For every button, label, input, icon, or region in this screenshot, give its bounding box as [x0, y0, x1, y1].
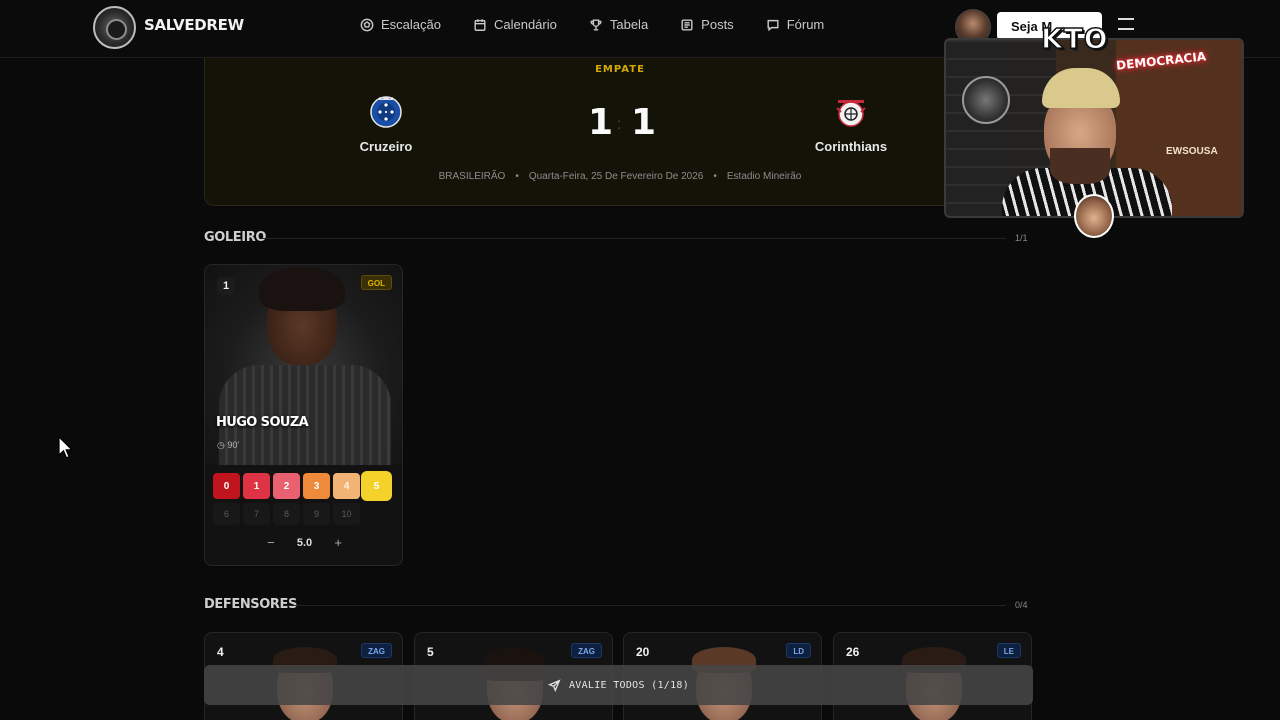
section-title-goleiro: GOLEIRO [204, 230, 266, 245]
match-result-label: EMPATE [595, 64, 645, 75]
player-hair [259, 267, 345, 311]
rating-button-7[interactable]: 7 [243, 503, 270, 525]
player-number: 4 [217, 645, 224, 659]
trophy-icon [589, 18, 603, 32]
webcam-back-text: EWSOUSA [1166, 146, 1218, 157]
corinthians-crest-icon [836, 100, 866, 127]
nav-forum-label: Fórum [786, 17, 825, 32]
webcam-logo-badge [962, 76, 1010, 124]
rating-button-6[interactable]: 6 [213, 503, 240, 525]
rating-row-high: 6 7 8 9 10 [213, 503, 360, 525]
rating-button-3[interactable]: 3 [303, 473, 330, 499]
rating-button-9[interactable]: 9 [303, 503, 330, 525]
section-title-defensores: DEFENSORES [204, 597, 297, 612]
player-card-goalkeeper: 1 GOL HUGO SOUZA ◷ 90' 012345 6 7 8 9 10 − 5… [204, 264, 403, 566]
nav-tabela[interactable]: Tabela [589, 17, 648, 32]
rate-all-button[interactable]: AVALIE TODOS (1/18) [204, 665, 1033, 705]
cruzeiro-crest-icon [370, 96, 402, 128]
section-count-goleiro: 1/1 [1015, 233, 1028, 243]
decrease-score-button[interactable]: − [263, 535, 279, 551]
player-position-badge: LD [786, 643, 811, 658]
player-number: 20 [636, 645, 650, 659]
nav-posts[interactable]: Posts [680, 17, 734, 32]
score-separator: : [617, 116, 622, 133]
stadium-name: Estadio Mineirão [726, 171, 802, 182]
newspaper-icon [680, 18, 694, 32]
send-icon [547, 678, 561, 692]
rating-button-1[interactable]: 1 [243, 473, 270, 499]
player-position-badge: LE [996, 643, 1021, 658]
nav-tabela-label: Tabela [609, 17, 649, 32]
mouse-cursor-icon [58, 436, 74, 459]
player-position-badge: GOL [360, 275, 392, 290]
meta-separator: • [713, 171, 717, 182]
match-date: Quarta-Feira, 25 De Fevereiro De 2026 [528, 171, 704, 182]
player-photo [205, 265, 402, 465]
rating-button-4[interactable]: 4 [333, 473, 360, 499]
sponsor-logo: KTO [1040, 21, 1109, 56]
score-value: 5.0 [296, 537, 313, 549]
nav-calendario[interactable]: Calendário [473, 17, 557, 32]
rating-row-low: 012345 [213, 473, 390, 499]
rating-button-8[interactable]: 8 [273, 503, 300, 525]
player-name: HUGO SOUZA [216, 415, 309, 430]
nav-escalacao-label: Escalação [381, 17, 441, 32]
competition-name: BRASILEIRÃO [438, 171, 506, 182]
section-count-defensores: 0/4 [1015, 600, 1028, 610]
section-divider [262, 238, 1006, 239]
rating-button-2[interactable]: 2 [273, 473, 300, 499]
match-meta: BRASILEIRÃO • Quarta-Feira, 25 De Fevereir… [205, 171, 1035, 182]
player-position-badge: ZAG [571, 643, 602, 658]
brand-name[interactable]: SALVEDREW [144, 16, 244, 34]
rate-all-label: AVALIE TODOS (1/18) [568, 679, 690, 691]
home-team-name: Cruzeiro [359, 139, 413, 154]
rating-button-5[interactable]: 5 [363, 473, 390, 499]
away-team-name: Corinthians [814, 139, 888, 154]
match-summary-card: EMPATE Cruzeiro 1 : 1 Corinthians BRASIL… [204, 56, 1034, 206]
streamer-avatar-sticker [1074, 194, 1114, 238]
streamer-beard [1050, 148, 1110, 184]
rating-button-10[interactable]: 10 [333, 503, 360, 525]
calendar-icon [473, 18, 487, 32]
player-number: 5 [427, 645, 434, 659]
player-position-badge: ZAG [361, 643, 392, 658]
webcam-overlay: DEMOCRACIA EWSOUSA [944, 38, 1244, 218]
player-number: 26 [846, 645, 860, 659]
section-divider [285, 605, 1006, 606]
player-minutes: ◷ 90' [217, 440, 239, 451]
home-score: 1 [588, 102, 614, 143]
increase-score-button[interactable]: + [330, 535, 346, 551]
score-stepper: − 5.0 + [205, 535, 402, 551]
main-nav: Escalação Calendário Tabela Posts Fórum [360, 17, 856, 32]
nav-escalacao[interactable]: Escalação [360, 17, 441, 32]
soccer-ball-icon [360, 18, 374, 32]
away-score: 1 [631, 102, 657, 143]
meta-separator: • [515, 171, 519, 182]
clock-icon: ◷ [217, 440, 225, 450]
player-minutes-value: 90' [227, 440, 240, 450]
hamburger-menu-icon[interactable] [1118, 18, 1134, 30]
chat-icon [766, 18, 780, 32]
player-number: 1 [217, 277, 235, 295]
nav-posts-label: Posts [701, 17, 734, 32]
rating-button-0[interactable]: 0 [213, 473, 240, 499]
salvedrew-logo[interactable] [93, 6, 136, 49]
nav-forum[interactable]: Fórum [766, 17, 825, 32]
app-root: SALVEDREW Escalação Calendário Tabela Po… [0, 0, 1280, 720]
nav-calendario-label: Calendário [493, 17, 557, 32]
